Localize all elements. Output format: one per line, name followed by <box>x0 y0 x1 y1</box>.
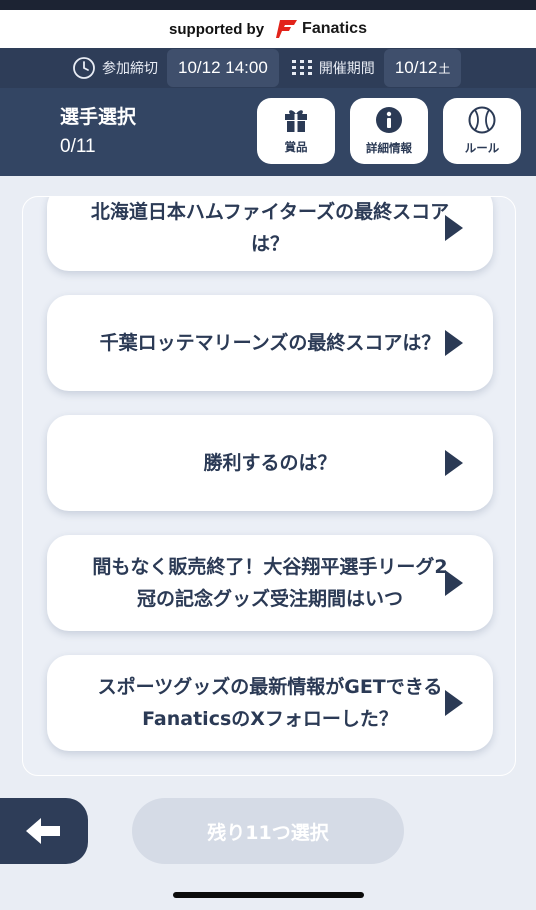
back-button[interactable] <box>0 798 88 864</box>
period-value-text: 10/12 <box>394 58 438 77</box>
question-list[interactable]: 北海道日本ハムファイターズの最終スコアは？ 千葉ロッテマリーンズの最終スコアは？… <box>22 196 516 776</box>
details-button[interactable]: 詳細情報 <box>350 98 428 164</box>
calendar-grid-icon <box>291 60 312 75</box>
rules-button-label: ルール <box>464 141 500 155</box>
selection-count: 0/11 <box>60 136 96 157</box>
rules-button[interactable]: ルール <box>443 98 521 164</box>
prize-button-label: 賞品 <box>284 140 308 154</box>
fanatics-logo: Fanatics <box>276 19 367 39</box>
question-text: 北海道日本ハムファイターズの最終スコアは？ <box>90 201 450 255</box>
page-title: 選手選択 <box>60 106 137 128</box>
play-arrow-icon <box>445 450 463 476</box>
event-info-bar: 参加締切 10/12 14:00 開催期間 10/12 土 <box>0 48 536 88</box>
question-card[interactable]: スポーツグッズの最新情報がGETできるFanaticsのXフォローした？ <box>47 655 493 751</box>
page-header: 選手選択 0/11 賞品 詳細情報 ルール <box>0 88 536 176</box>
deadline-label: 参加締切 <box>72 56 158 80</box>
deadline-value-text: 10/12 14:00 <box>178 58 268 77</box>
gift-icon <box>285 110 307 132</box>
play-arrow-icon <box>445 215 463 241</box>
sponsor-bar: supported by Fanatics <box>0 10 536 48</box>
question-text: スポーツグッズの最新情報がGETできるFanaticsのXフォローした？ <box>97 676 443 730</box>
clock-icon <box>73 57 95 79</box>
period-label: 開催期間 <box>291 58 375 78</box>
question-card[interactable]: 北海道日本ハムファイターズの最終スコアは？ <box>47 197 493 271</box>
home-indicator[interactable] <box>173 892 364 898</box>
period-day-text: 土 <box>438 61 451 76</box>
top-strip <box>0 0 536 10</box>
deadline-value: 10/12 14:00 <box>167 49 279 87</box>
supported-by-text: supported by <box>169 20 265 38</box>
info-icon <box>376 107 402 133</box>
back-arrow-icon <box>26 818 60 844</box>
baseball-icon <box>468 106 496 134</box>
question-card[interactable]: 勝利するのは？ <box>47 415 493 511</box>
deadline-label-text: 参加締切 <box>102 61 158 77</box>
question-text: 間もなく販売終了！大谷翔平選手リーグ2冠の記念グッズ受注期間はいつ <box>92 556 448 610</box>
details-button-label: 詳細情報 <box>366 141 412 155</box>
prize-button[interactable]: 賞品 <box>257 98 335 164</box>
question-text: 勝利するのは？ <box>203 452 337 474</box>
fanatics-flag-icon <box>276 19 298 39</box>
question-card[interactable]: 千葉ロッテマリーンズの最終スコアは？ <box>47 295 493 391</box>
period-label-text: 開催期間 <box>318 61 375 77</box>
play-arrow-icon <box>445 330 463 356</box>
play-arrow-icon <box>445 570 463 596</box>
remaining-select-label: 残り11つ選択 <box>207 821 329 844</box>
remaining-select-button[interactable]: 残り11つ選択 <box>132 798 404 864</box>
period-value: 10/12 土 <box>383 49 462 87</box>
question-text: 千葉ロッテマリーンズの最終スコアは？ <box>99 332 441 354</box>
fanatics-brand-name: Fanatics <box>302 20 367 37</box>
question-card[interactable]: 間もなく販売終了！大谷翔平選手リーグ2冠の記念グッズ受注期間はいつ <box>47 535 493 631</box>
play-arrow-icon <box>445 690 463 716</box>
